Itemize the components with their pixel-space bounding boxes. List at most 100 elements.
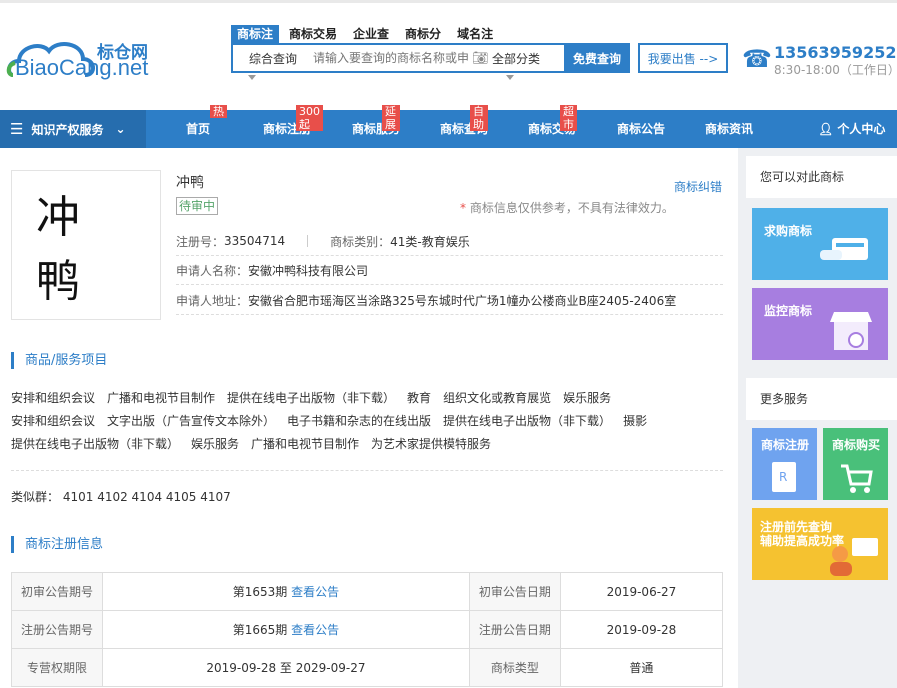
register-trademark-card[interactable]: 商标注册 R xyxy=(752,428,817,500)
goods-item: 娱乐服务 xyxy=(563,391,612,405)
search-tab-domain[interactable]: 域名注 xyxy=(451,25,499,43)
user-icon: 👤︎ xyxy=(818,122,834,136)
section-title-goods: 商品/服务项目 xyxy=(11,352,107,369)
handshake-icon xyxy=(820,238,868,260)
goods-row: 安排和组织会议 文字出版（广告宣传文本除外） 电子书籍和杂志的在线出版 提供在线电子出… xyxy=(11,410,723,433)
goods-item: 提供在线电子出版物（非下载） xyxy=(227,391,396,405)
applicant-value: 安徽冲鸭科技有限公司 xyxy=(248,263,369,278)
phone-number: 13563959252 xyxy=(774,43,897,62)
sidebar: 您可以对此商标 求购商标 监控商标 更多服务 商标注册 R 商标购买 注册前先查… xyxy=(738,148,897,688)
nav-item-service[interactable]: 商标服务 延展 xyxy=(352,105,401,148)
table-cell-key: 注册公告期号 xyxy=(11,610,103,649)
search-tab-trademark-trade[interactable]: 商标交易 xyxy=(283,25,343,43)
goods-item: 摄影 xyxy=(623,414,648,428)
goods-item: 电子书籍和杂志的在线出版 xyxy=(287,414,432,428)
buy-trademark-card[interactable]: 求购商标 xyxy=(752,208,888,280)
divider xyxy=(307,235,309,247)
goods-item: 安排和组织会议 xyxy=(11,414,96,428)
phone-icon: ☎ xyxy=(742,45,772,73)
address-value: 安徽省合肥市瑶海区当涂路325号东城时代广场1幢办公楼商业B座2405-2406… xyxy=(248,293,677,308)
search-tab-trademark-reg[interactable]: 商标注 xyxy=(231,25,280,43)
similar-value: 4101 4102 4104 4105 4107 xyxy=(62,490,231,504)
nav-label: 商标公告 xyxy=(617,122,666,136)
status-badge: 待审中 xyxy=(176,197,219,215)
shop-icon xyxy=(830,312,872,350)
search-tab-company[interactable]: 企业查 xyxy=(347,25,395,43)
goods-item: 为艺术家提供模特服务 xyxy=(371,437,492,451)
table-cell-key: 专营权期限 xyxy=(11,648,103,687)
search-type-select[interactable]: 综合查询 xyxy=(233,50,313,67)
camera-icon[interactable]: 📷︎ xyxy=(472,51,492,66)
table-row: 注册公告期号 第1665期 查看公告 注册公告日期 2019-09-28 xyxy=(11,610,724,649)
user-center-link[interactable]: 👤︎ 个人中心 xyxy=(818,110,885,148)
site-header: 标仓网 BiaoCang.net 商标注 商标交易 企业查 商标分 域名注 综合… xyxy=(0,0,897,110)
address-label: 申请人地址： xyxy=(176,293,249,308)
class-value: 41类-教育娱乐 xyxy=(390,234,470,249)
free-search-button[interactable]: 免费查询 xyxy=(564,43,630,73)
chevron-down-icon[interactable] xyxy=(248,75,256,80)
nav-item-news[interactable]: 商标资讯 xyxy=(705,110,753,148)
nav-item-home[interactable]: 首页 热 xyxy=(186,105,227,148)
nav-badge: 超市 xyxy=(560,105,577,131)
category-select[interactable]: 全部分类 xyxy=(492,50,564,67)
nav-label: 首页 xyxy=(186,122,211,136)
register-trademark-label: 商标注册 xyxy=(761,438,810,452)
info-row-reg: 注册号： 33504714 商标类别： 41类-教育娱乐 xyxy=(176,227,723,256)
info-row-applicant: 申请人名称： 安徽冲鸭科技有限公司 xyxy=(176,256,723,285)
section-title-registration: 商标注册信息 xyxy=(11,536,103,553)
view-announcement-link[interactable]: 查看公告 xyxy=(291,585,339,599)
similar-label: 类似群： xyxy=(11,490,60,504)
search-input[interactable] xyxy=(313,46,472,70)
monitor-trademark-label: 监控商标 xyxy=(764,304,813,318)
disclaimer-text: 商标信息仅供参考，不具有法律效力。 xyxy=(469,201,674,215)
site-logo[interactable]: 标仓网 BiaoCang.net xyxy=(5,31,165,83)
nav-item-search[interactable]: 商标查询 自助 xyxy=(440,105,489,148)
purchase-trademark-label: 商标购买 xyxy=(832,438,881,452)
nav-item-trade[interactable]: 商标交易 超市 xyxy=(528,105,577,148)
table-cell-value: 2019-06-27 xyxy=(559,572,724,611)
goods-item: 文字出版（广告宣传文本除外） xyxy=(107,414,276,428)
trademark-name: 冲鸭 xyxy=(176,175,204,191)
service-hours: 8:30-18:00（工作日） xyxy=(774,63,897,77)
trademark-correction-link[interactable]: 商标纠错 xyxy=(674,178,722,195)
monitor-trademark-card[interactable]: 监控商标 xyxy=(752,288,888,360)
view-announcement-link[interactable]: 查看公告 xyxy=(291,623,339,637)
search-tabs: 商标注 商标交易 企业查 商标分 域名注 xyxy=(231,25,503,43)
purchase-trademark-card[interactable]: 商标购买 xyxy=(823,428,888,500)
nav-badge: 热 xyxy=(210,105,227,118)
goods-item: 提供在线电子出版物（非下载） xyxy=(11,437,180,451)
divider xyxy=(11,470,723,471)
chevron-down-icon: ⌄ xyxy=(115,122,126,136)
ip-services-menu[interactable]: ☰ 知识产权服务 ⌄ xyxy=(0,110,146,148)
reg-no-value: 33504714 xyxy=(224,234,286,248)
nav-item-register[interactable]: 商标注册 300起 xyxy=(263,105,323,148)
search-tab-trademark-class[interactable]: 商标分 xyxy=(399,25,447,43)
reg-no-label: 注册号： xyxy=(176,234,225,249)
table-cell-value: 普通 xyxy=(559,648,724,687)
goods-item: 广播和电视节目制作 xyxy=(107,391,216,405)
goods-item: 组织文化或教育展览 xyxy=(443,391,552,405)
registration-table: 初审公告期号 第1653期 查看公告 初审公告日期 2019-06-27 注册公… xyxy=(11,572,724,687)
nav-item-announcement[interactable]: 商标公告 xyxy=(617,110,665,148)
issue-number: 第1665期 xyxy=(232,623,288,637)
issue-number: 第1653期 xyxy=(232,585,288,599)
table-cell-key: 商标类型 xyxy=(468,648,561,687)
table-cell-key: 初审公告日期 xyxy=(468,572,561,611)
trademark-detail: 冲鸭 冲鸭 商标纠错 待审中 * 商标信息仅供参考，不具有法律效力。 注册号： … xyxy=(0,148,738,688)
table-cell-value: 2019-09-28 至 2029-09-27 xyxy=(102,648,470,687)
ip-services-label: 知识产权服务 xyxy=(31,122,104,137)
customer-service-icon xyxy=(830,538,878,576)
search-first-promo-card[interactable]: 注册前先查询 辅助提高成功率 xyxy=(752,508,888,580)
goods-item: 提供在线电子出版物（非下载） xyxy=(443,414,612,428)
goods-item: 安排和组织会议 xyxy=(11,391,96,405)
required-star: * xyxy=(460,201,466,215)
table-row: 专营权期限 2019-09-28 至 2029-09-27 商标类型 普通 xyxy=(11,648,724,687)
sidebar-compare-title: 您可以对此商标 xyxy=(746,156,897,198)
class-label: 商标类别： xyxy=(330,234,391,249)
applicant-label: 申请人名称： xyxy=(176,263,249,278)
similar-groups: 类似群： 4101 4102 4104 4105 4107 xyxy=(11,488,231,505)
chevron-down-icon[interactable] xyxy=(506,75,514,80)
goods-item: 娱乐服务 xyxy=(191,437,240,451)
sell-trademark-button[interactable]: 我要出售 --> xyxy=(638,43,728,73)
info-row-address: 申请人地址： 安徽省合肥市瑶海区当涂路325号东城时代广场1幢办公楼商业B座24… xyxy=(176,286,723,315)
